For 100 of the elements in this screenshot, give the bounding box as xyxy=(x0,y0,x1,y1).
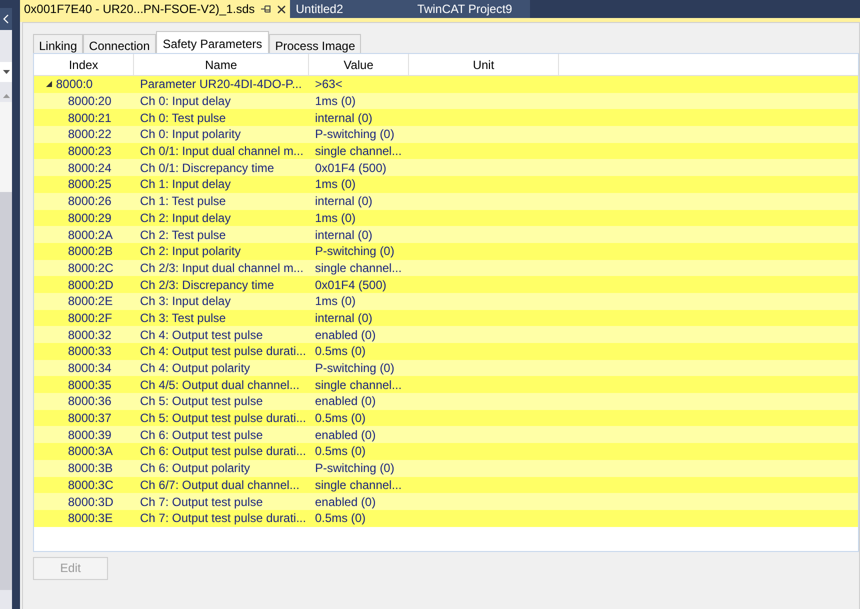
table-cell-text: Ch 3: Input delay xyxy=(139,293,232,310)
table-cell-text: 8000:2F xyxy=(68,310,112,327)
document-tab[interactable]: TwinCAT Project9 xyxy=(400,0,530,18)
table-row[interactable]: 8000:3A Ch 6: Output test pulse durati... 0.5ms (0) xyxy=(34,443,858,460)
collapse-left-icon[interactable] xyxy=(3,14,9,24)
table-row[interactable]: 8000:22 Ch 0: Input polarity P-switching (0) xyxy=(34,126,858,143)
column-header[interactable]: Name xyxy=(134,54,309,75)
document-tab[interactable]: 0x001F7E40 - UR20...PN-FSOE-V2)_1.sds xyxy=(20,0,290,18)
column-header[interactable]: Unit xyxy=(409,54,559,75)
tab[interactable]: Process Image xyxy=(269,34,362,53)
table-row[interactable]: 8000:33 Ch 4: Output test pulse durati... 0.5ms (0) xyxy=(34,343,858,360)
table-cell-text: Ch 2: Input delay xyxy=(139,210,232,227)
table-cell-text: enabled (0) xyxy=(314,426,377,444)
table-row[interactable]: 8000:3C Ch 6/7: Output dual channel... single channel... xyxy=(34,476,858,494)
table-cell-text: Ch 0/1: Discrepancy time xyxy=(139,160,276,177)
table-row[interactable]: 8000:3B Ch 6: Output polarity P-switching (0) xyxy=(34,460,858,476)
table-cell-text: 8000:25 xyxy=(68,176,112,194)
table-cell-text: 8000:32 xyxy=(68,326,112,344)
table-cell-text: 8000:3E xyxy=(68,510,113,528)
table-row[interactable]: 8000:24 Ch 0/1: Discrepancy time 0x01F4 (500) xyxy=(34,159,858,176)
table-cell-text: P-switching (0) xyxy=(314,126,396,144)
dropdown-icon[interactable] xyxy=(2,70,10,74)
table-row[interactable]: 8000:2A Ch 2: Test pulse internal (0) xyxy=(34,226,858,243)
table-cell-text: Ch 7: Output test pulse durati... xyxy=(139,510,308,528)
table-cell-text: 8000:3C xyxy=(68,476,114,494)
table-cell-text: 8000:34 xyxy=(68,360,112,378)
table-row[interactable]: 8000:39 Ch 6: Output test pulse enabled (0) xyxy=(34,426,858,444)
table-cell-text: 8000:29 xyxy=(68,210,112,227)
table-cell-text: 8000:24 xyxy=(68,160,112,177)
table-cell-text: enabled (0) xyxy=(314,393,377,410)
table-row[interactable]: 8000:26 Ch 1: Test pulse internal (0) xyxy=(34,192,858,210)
table-row[interactable]: 8000:3E Ch 7: Output test pulse durati... 0.5ms (0) xyxy=(34,510,858,527)
table-row[interactable]: 8000:2F Ch 3: Test pulse internal (0) xyxy=(34,310,858,326)
tab[interactable]: Linking xyxy=(33,34,84,53)
table-cell-text: >63< xyxy=(314,76,344,94)
table-cell-text: 1ms (0) xyxy=(314,93,357,110)
table-row[interactable]: 8000:2D Ch 2/3: Discrepancy time 0x01F4 (500) xyxy=(34,276,858,293)
table-cell-text: 1ms (0) xyxy=(314,210,357,227)
table-cell-text: 8000:37 xyxy=(68,410,112,428)
expanded-icon[interactable] xyxy=(46,81,52,88)
tab[interactable]: Connection xyxy=(83,34,156,53)
table-cell-text: internal (0) xyxy=(314,310,374,327)
table-row[interactable]: 8000:0 Parameter UR20-4DI-4DO-P... >63< xyxy=(34,76,858,93)
table-cell-text: Ch 0: Input polarity xyxy=(139,126,242,144)
table-row[interactable]: 8000:23 Ch 0/1: Input dual channel m... single channel... xyxy=(34,142,858,160)
table-row[interactable]: 8000:37 Ch 5: Output test pulse durati... 0.5ms (0) xyxy=(34,410,858,426)
document-tab[interactable]: Untitled2 xyxy=(290,0,400,18)
table-cell-text: 8000:2A xyxy=(68,226,113,244)
table-cell-text: 8000:23 xyxy=(68,143,112,160)
table-row[interactable]: 8000:36 Ch 5: Output test pulse enabled (0) xyxy=(34,393,858,410)
table-cell-text: Parameter UR20-4DI-4DO-P... xyxy=(139,76,303,94)
table-cell-text: Ch 4: Output test pulse xyxy=(139,326,264,344)
table-cell-text: P-switching (0) xyxy=(314,460,396,478)
table-cell-text: 0.5ms (0) xyxy=(314,510,367,528)
table-cell-text: Ch 2: Test pulse xyxy=(139,226,227,244)
table-cell-text: 8000:21 xyxy=(68,110,112,127)
table-cell-text: 8000:22 xyxy=(68,126,112,144)
tab[interactable]: Safety Parameters xyxy=(156,31,270,53)
table-cell-text: Ch 6: Output polarity xyxy=(139,460,252,478)
table-cell-text: Ch 0: Test pulse xyxy=(139,110,227,127)
table-row[interactable]: 8000:35 Ch 4/5: Output dual channel... single channel... xyxy=(34,376,858,394)
table-row[interactable]: 8000:2C Ch 2/3: Input dual channel m... single channel... xyxy=(34,260,858,276)
table-row[interactable]: 8000:2B Ch 2: Input polarity P-switching (0) xyxy=(34,242,858,260)
table-cell-text: 1ms (0) xyxy=(314,293,357,310)
table-cell-text: single channel... xyxy=(314,143,403,160)
table-cell-text: enabled (0) xyxy=(314,326,377,344)
table-cell-text: internal (0) xyxy=(314,226,374,244)
table-cell-text: P-switching (0) xyxy=(314,360,396,378)
table-cell-text: 1ms (0) xyxy=(314,176,357,194)
table-row[interactable]: 8000:32 Ch 4: Output test pulse enabled (0) xyxy=(34,326,858,343)
table-cell-text: 8000:3D xyxy=(68,494,114,511)
table-row[interactable]: 8000:2E Ch 3: Input delay 1ms (0) xyxy=(34,292,858,310)
table-cell-text: Ch 4/5: Output dual channel... xyxy=(139,376,300,394)
table-row[interactable]: 8000:34 Ch 4: Output polarity P-switching (0) xyxy=(34,360,858,376)
table-cell-text: Ch 1: Input delay xyxy=(139,176,232,194)
table-cell-text: 8000:26 xyxy=(68,193,112,210)
close-icon[interactable] xyxy=(276,4,286,14)
table-row[interactable]: 8000:3D Ch 7: Output test pulse enabled (0) xyxy=(34,493,858,510)
table-cell-text: Ch 5: Output test pulse xyxy=(139,393,264,410)
table-cell-text: 8000:2D xyxy=(68,276,114,294)
table-row[interactable]: 8000:21 Ch 0: Test pulse internal (0) xyxy=(34,109,858,126)
table-cell-text: 8000:20 xyxy=(68,93,112,110)
table-row[interactable]: 8000:29 Ch 2: Input delay 1ms (0) xyxy=(34,210,858,226)
table-cell-text: enabled (0) xyxy=(314,494,377,511)
column-header[interactable]: Index xyxy=(34,54,134,75)
table-cell-text: Ch 0: Input delay xyxy=(139,93,232,110)
column-header[interactable]: Value xyxy=(309,54,409,75)
table-cell-text: Ch 2/3: Input dual channel m... xyxy=(139,260,304,277)
pin-icon[interactable] xyxy=(260,5,271,13)
table-cell-text: Ch 0/1: Input dual channel m... xyxy=(139,143,304,160)
table-cell-text: 8000:3B xyxy=(68,460,113,478)
table-cell-text: Ch 2: Input polarity xyxy=(139,243,242,260)
table-cell-text: Ch 6/7: Output dual channel... xyxy=(139,476,300,494)
table-cell-text: Ch 4: Output test pulse durati... xyxy=(139,343,308,360)
table-cell-text: Ch 5: Output test pulse durati... xyxy=(139,410,308,428)
table-row[interactable]: 8000:20 Ch 0: Input delay 1ms (0) xyxy=(34,92,858,110)
table-row[interactable]: 8000:25 Ch 1: Input delay 1ms (0) xyxy=(34,176,858,193)
table-cell-text: 8000:36 xyxy=(68,393,112,410)
table-cell-text: internal (0) xyxy=(314,193,374,210)
table-cell-text: 8000:2B xyxy=(68,243,113,260)
